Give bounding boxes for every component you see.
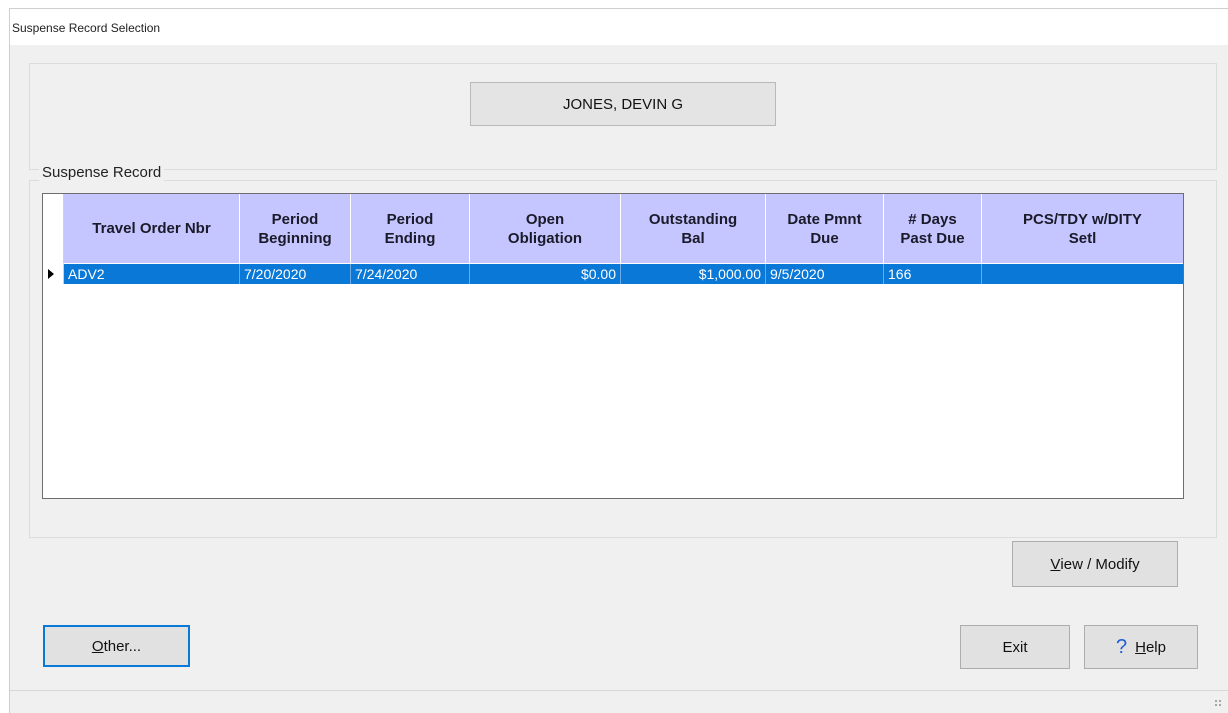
column-header-pcs-tdy-setl[interactable]: PCS/TDY w/DITY Setl xyxy=(982,194,1183,264)
question-mark-icon: ? xyxy=(1116,635,1128,658)
suspense-record-selection-window: Suspense Record Selection JONES, DEVIN G… xyxy=(9,8,1228,713)
column-header-label: PCS/TDY w/DITY Setl xyxy=(1023,210,1142,247)
member-group: JONES, DEVIN G xyxy=(29,63,1217,170)
help-access-key: H xyxy=(1135,638,1146,656)
column-header-open-obligation[interactable]: Open Obligation xyxy=(470,194,621,264)
status-bar-divider xyxy=(10,690,1228,691)
cell-date-pmnt-due[interactable]: 9/5/2020 xyxy=(766,264,884,284)
current-row-arrow-icon xyxy=(48,269,54,279)
row-header[interactable] xyxy=(43,264,64,284)
column-header-period-beginning[interactable]: Period Beginning xyxy=(240,194,351,264)
other-label: ther... xyxy=(103,637,142,655)
cell-period-beginning[interactable]: 7/20/2020 xyxy=(240,264,351,284)
column-header-label: Period Beginning xyxy=(258,210,332,247)
suspense-record-group-label: Suspense Record xyxy=(39,164,165,181)
column-header-label: # Days Past Due xyxy=(900,210,965,247)
column-header-travel-order-nbr[interactable]: Travel Order Nbr xyxy=(64,194,240,264)
cell-open-obligation[interactable]: $0.00 xyxy=(470,264,621,284)
row-header-corner xyxy=(43,194,64,264)
cell-travel-order-nbr[interactable]: ADV2 xyxy=(64,264,240,284)
other-button[interactable]: Other... xyxy=(43,625,190,667)
column-header-label: Travel Order Nbr xyxy=(92,220,211,237)
cell-days-past-due[interactable]: 166 xyxy=(884,264,982,284)
title-bar: Suspense Record Selection xyxy=(10,9,1228,45)
column-header-period-ending[interactable]: Period Ending xyxy=(351,194,470,264)
cell-pcs-tdy-setl[interactable] xyxy=(982,264,1183,284)
grid-header: Travel Order Nbr Period Beginning Period… xyxy=(43,194,1183,264)
table-row[interactable]: ADV2 7/20/2020 7/24/2020 $0.00 $1,000.00… xyxy=(43,264,1183,284)
exit-label: Exit xyxy=(1002,638,1028,656)
column-header-date-pmnt-due[interactable]: Date Pmnt Due xyxy=(766,194,884,264)
column-header-days-past-due[interactable]: # Days Past Due xyxy=(884,194,982,264)
help-button[interactable]: ? Help xyxy=(1084,625,1198,669)
other-access-key: O xyxy=(91,637,104,655)
cell-period-ending[interactable]: 7/24/2020 xyxy=(351,264,470,284)
view-modify-button[interactable]: View / Modify xyxy=(1012,541,1178,587)
column-header-outstanding-bal[interactable]: Outstanding Bal xyxy=(621,194,766,264)
column-header-label: Open Obligation xyxy=(507,210,583,247)
view-modify-access-key: V xyxy=(1050,555,1061,573)
column-header-label: Outstanding Bal xyxy=(648,210,738,247)
column-header-label: Date Pmnt Due xyxy=(787,210,862,247)
exit-button[interactable]: Exit xyxy=(960,625,1070,669)
cell-outstanding-bal[interactable]: $1,000.00 xyxy=(621,264,766,284)
member-name-display: JONES, DEVIN G xyxy=(470,82,776,126)
suspense-record-grid[interactable]: Travel Order Nbr Period Beginning Period… xyxy=(42,193,1184,499)
view-modify-label: iew / Modify xyxy=(1060,555,1140,573)
window-title: Suspense Record Selection xyxy=(12,21,161,35)
help-label: elp xyxy=(1145,638,1166,656)
column-header-label: Period Ending xyxy=(384,210,436,247)
resize-grip-icon[interactable] xyxy=(1214,699,1222,707)
